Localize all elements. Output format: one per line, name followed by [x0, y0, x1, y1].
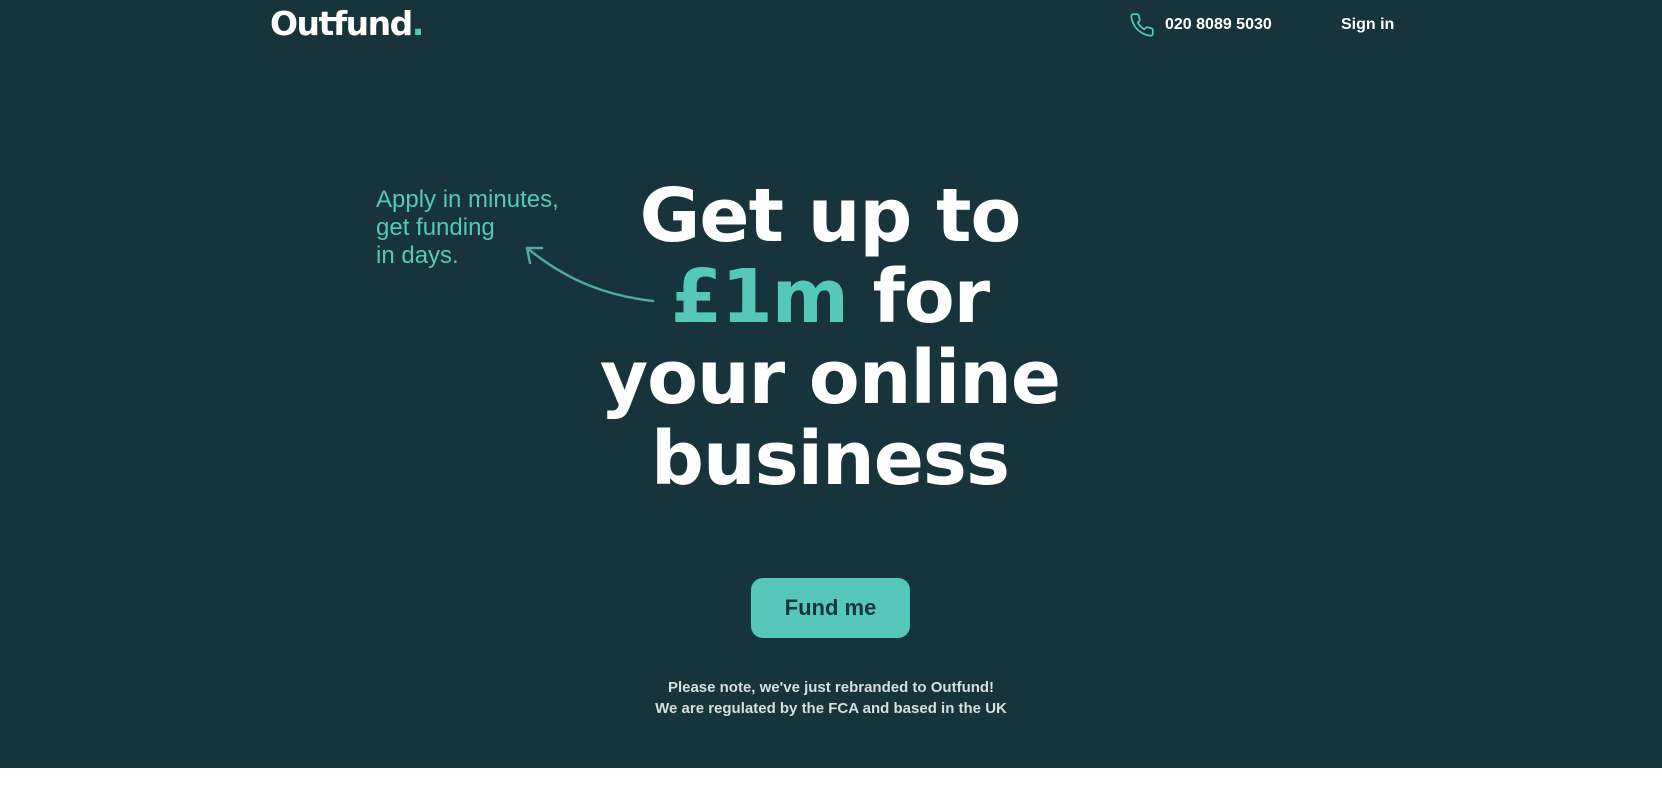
logo[interactable]: Outfund.: [270, 2, 425, 46]
headline-amount: £1m: [670, 254, 849, 340]
headline-line-3: your online: [599, 335, 1061, 421]
rebrand-note: Please note, we've just rebranded to Out…: [531, 677, 1131, 719]
headline-line-2: £1m for: [530, 257, 1130, 338]
headline-line-1: Get up to: [639, 173, 1022, 259]
phone-number: 020 8089 5030: [1165, 16, 1272, 33]
page-title: Get up to £1m for your online business: [530, 176, 1130, 500]
hero-section: Outfund. 020 8089 5030 Sign in Apply in …: [0, 0, 1662, 768]
fund-me-button[interactable]: Fund me: [751, 578, 910, 638]
headline-line-4: business: [650, 416, 1010, 502]
logo-text: Outfund: [270, 4, 413, 43]
note-line-1: Please note, we've just rebranded to Out…: [667, 679, 995, 696]
headline-line-2-rest: for: [847, 254, 991, 340]
sign-in-link[interactable]: Sign in: [1341, 10, 1394, 40]
phone-link[interactable]: 020 8089 5030: [1129, 10, 1272, 40]
note-line-2: We are regulated by the FCA and based in…: [655, 700, 1007, 717]
phone-icon: [1129, 12, 1155, 38]
logo-dot: .: [411, 4, 425, 43]
